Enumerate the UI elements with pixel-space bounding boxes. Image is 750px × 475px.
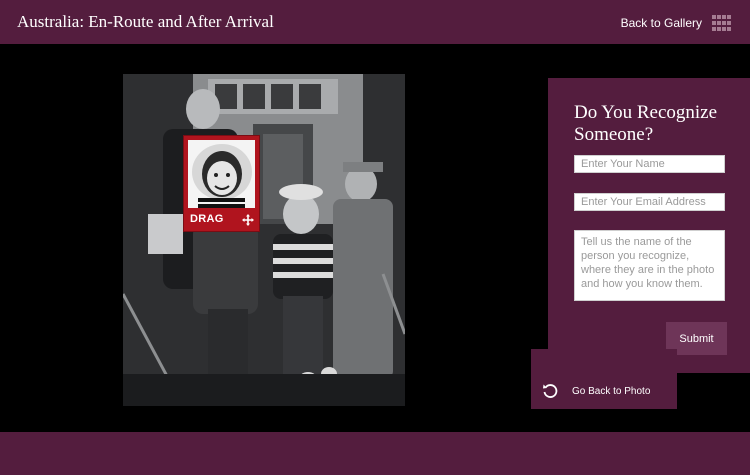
bottom-bar — [0, 432, 750, 475]
grid-icon[interactable] — [712, 14, 732, 32]
back-to-gallery-link[interactable]: Back to Gallery — [621, 13, 732, 33]
recognize-form-panel: Do You Recognize Someone? Submit — [548, 78, 750, 373]
go-back-to-photo-button[interactable]: Go Back to Photo — [531, 349, 677, 409]
face-drag-handle[interactable]: DRAG — [184, 136, 259, 231]
drag-label: DRAG — [190, 213, 224, 225]
undo-icon — [542, 383, 558, 399]
go-back-to-photo-label: Go Back to Photo — [572, 386, 651, 397]
archival-photo — [123, 74, 405, 406]
top-bar: Australia: En-Route and After Arrival Ba… — [0, 0, 750, 44]
move-icon — [242, 213, 254, 226]
face-crop-image — [188, 140, 255, 208]
email-field[interactable] — [574, 193, 725, 211]
form-heading: Do You Recognize Someone? — [574, 102, 718, 145]
name-field[interactable] — [574, 155, 725, 173]
page-title: Australia: En-Route and After Arrival — [17, 12, 274, 31]
message-field[interactable] — [574, 230, 725, 301]
back-to-gallery-label: Back to Gallery — [620, 16, 702, 30]
